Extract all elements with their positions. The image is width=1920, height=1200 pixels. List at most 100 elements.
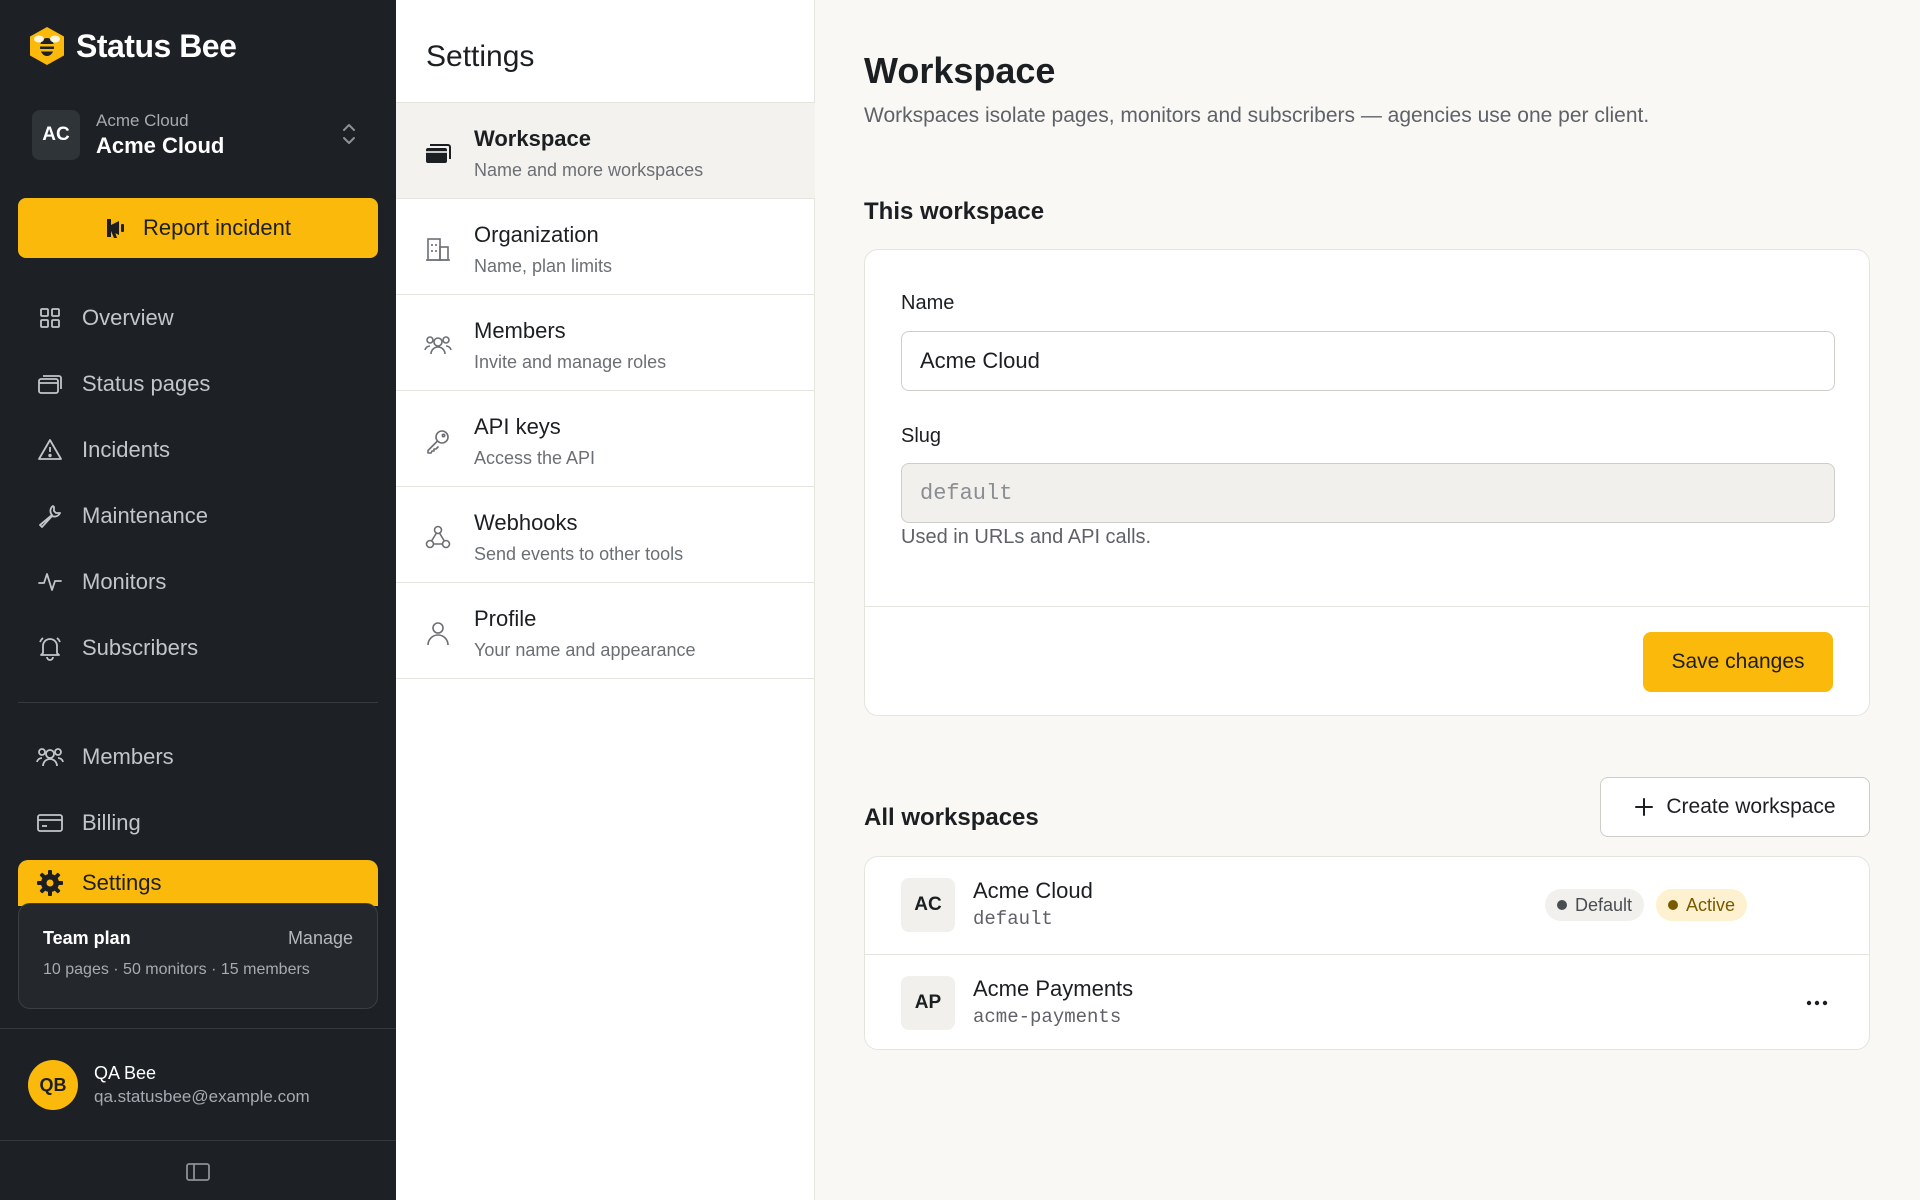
settings-item-webhooks[interactable]: Webhooks Send events to other tools <box>396 487 815 583</box>
settings-item-label: Organization <box>474 222 599 247</box>
primary-nav: Overview Status pages Incidents Maintena… <box>18 285 378 681</box>
folder-icon <box>424 139 452 167</box>
workspace-avatar: AC <box>901 878 955 932</box>
settings-item-api-keys[interactable]: API keys Access the API <box>396 391 815 487</box>
settings-item-label: Workspace <box>474 126 591 151</box>
status-badge: Active <box>1656 889 1748 921</box>
workspace-name: Acme Payments <box>973 975 1134 1001</box>
nav-item-settings[interactable]: Settings <box>18 860 378 906</box>
slug-label: Slug <box>901 425 942 447</box>
users-icon <box>424 331 452 359</box>
settings-item-organization[interactable]: Organization Name, plan limits <box>396 199 815 295</box>
nav-label: Settings <box>82 870 162 895</box>
sidebar-toggle-icon[interactable] <box>184 1160 212 1184</box>
key-icon <box>424 427 452 455</box>
settings-item-desc: Name, plan limits <box>474 256 613 276</box>
pulse-icon <box>36 568 64 596</box>
sidebar-divider <box>0 1028 396 1029</box>
wrench-icon <box>36 502 64 530</box>
nav-item-maintenance[interactable]: Maintenance <box>18 483 378 549</box>
nav-label: Overview <box>82 305 174 330</box>
table-row[interactable]: AC Acme Cloud default Default Active <box>865 857 1869 953</box>
sidebar: Status Bee AC Acme Cloud Acme Cloud Repo… <box>0 0 396 1200</box>
pages-icon <box>36 370 64 398</box>
plan-limits: 10 pages · 50 monitors · 15 members <box>43 961 310 978</box>
page-description: Workspaces isolate pages, monitors and s… <box>864 104 1650 127</box>
report-incident-button[interactable]: Report incident <box>18 198 378 258</box>
nav-divider <box>18 702 378 703</box>
nav-item-monitors[interactable]: Monitors <box>18 549 378 615</box>
card-divider <box>865 606 1869 607</box>
name-label: Name <box>901 292 955 314</box>
nav-label: Subscribers <box>82 635 199 660</box>
building-icon <box>424 235 452 263</box>
status-badge: Default <box>1545 889 1645 921</box>
manage-plan-link[interactable]: Manage <box>288 928 353 949</box>
section-title-this-workspace: This workspace <box>864 198 1045 225</box>
save-changes-button[interactable]: Save changes <box>1643 632 1833 692</box>
settings-item-label: Profile <box>474 606 537 631</box>
slug-help-text: Used in URLs and API calls. <box>901 526 1152 548</box>
settings-menu-list: Workspace Name and more workspaces Organ… <box>396 102 815 679</box>
nav-label: Status pages <box>82 371 211 396</box>
nav-label: Incidents <box>82 437 171 462</box>
gear-icon <box>36 869 64 897</box>
settings-item-profile[interactable]: Profile Your name and appearance <box>396 583 815 679</box>
section-title-all-workspaces: All workspaces <box>864 804 1039 831</box>
users-icon <box>36 743 64 771</box>
nav-item-subscribers[interactable]: Subscribers <box>18 615 378 681</box>
user-menu[interactable]: QB QA Bee qa.statusbee@example.com <box>28 1060 310 1110</box>
dot-icon <box>1668 900 1679 910</box>
nav-label: Members <box>82 744 174 769</box>
sidebar-divider <box>0 1140 396 1141</box>
avatar: QB <box>28 1060 78 1110</box>
table-row[interactable]: AP Acme Payments acme-payments <box>865 954 1869 1050</box>
plan-card: Team plan Manage 10 pages · 50 monitors … <box>18 903 378 1009</box>
bee-logo-icon <box>28 26 66 66</box>
settings-menu: Settings Workspace Name and more workspa… <box>396 0 815 1200</box>
nav-item-billing[interactable]: Billing <box>18 790 378 856</box>
settings-item-desc: Access the API <box>474 448 596 468</box>
create-workspace-button[interactable]: Create workspace <box>1600 777 1870 837</box>
settings-item-desc: Your name and appearance <box>474 640 696 660</box>
badge-label: Default <box>1575 894 1633 915</box>
settings-title: Settings <box>426 40 535 73</box>
main-content: Workspace Workspaces isolate pages, moni… <box>816 0 1920 1200</box>
settings-item-workspace[interactable]: Workspace Name and more workspaces <box>396 103 815 199</box>
workspace-list: AC Acme Cloud default Default Active AP … <box>864 856 1870 1050</box>
badge-label: Active <box>1686 894 1736 915</box>
nav-item-members[interactable]: Members <box>18 724 378 790</box>
settings-item-desc: Name and more workspaces <box>474 160 704 180</box>
brand-name: Status Bee <box>76 27 237 64</box>
report-incident-label: Report incident <box>143 215 291 240</box>
settings-item-members[interactable]: Members Invite and manage roles <box>396 295 815 391</box>
plus-icon <box>1634 797 1654 817</box>
webhook-icon <box>424 523 452 551</box>
settings-item-label: API keys <box>474 414 561 439</box>
brand[interactable]: Status Bee <box>28 26 237 66</box>
create-workspace-label: Create workspace <box>1666 795 1836 818</box>
nav-item-incidents[interactable]: Incidents <box>18 417 378 483</box>
nav-item-overview[interactable]: Overview <box>18 285 378 351</box>
workspace-name: Acme Cloud <box>973 878 1093 903</box>
workspace-avatar: AP <box>901 975 955 1030</box>
bell-icon <box>36 634 64 662</box>
nav-label: Monitors <box>82 569 167 594</box>
settings-item-desc: Send events to other tools <box>474 544 684 564</box>
workspace-slug: acme-payments <box>973 1005 1122 1028</box>
secondary-nav: Members Billing <box>18 724 378 856</box>
workspace-name: Acme Cloud <box>96 133 225 158</box>
user-email: qa.statusbee@example.com <box>94 1087 310 1106</box>
nav-item-status-pages[interactable]: Status pages <box>18 351 378 417</box>
workspace-switcher[interactable]: AC Acme Cloud Acme Cloud <box>32 107 366 163</box>
dot-icon <box>1557 900 1567 910</box>
workspace-name-input[interactable] <box>901 331 1835 391</box>
grid-icon <box>36 304 64 332</box>
more-options-icon[interactable] <box>1801 987 1833 1019</box>
workspace-slug: default <box>973 908 1053 930</box>
settings-item-label: Members <box>474 318 566 343</box>
nav-label: Maintenance <box>82 503 208 528</box>
settings-item-desc: Invite and manage roles <box>474 352 667 372</box>
workspace-avatar: AC <box>32 110 80 160</box>
megaphone-icon <box>105 216 131 240</box>
